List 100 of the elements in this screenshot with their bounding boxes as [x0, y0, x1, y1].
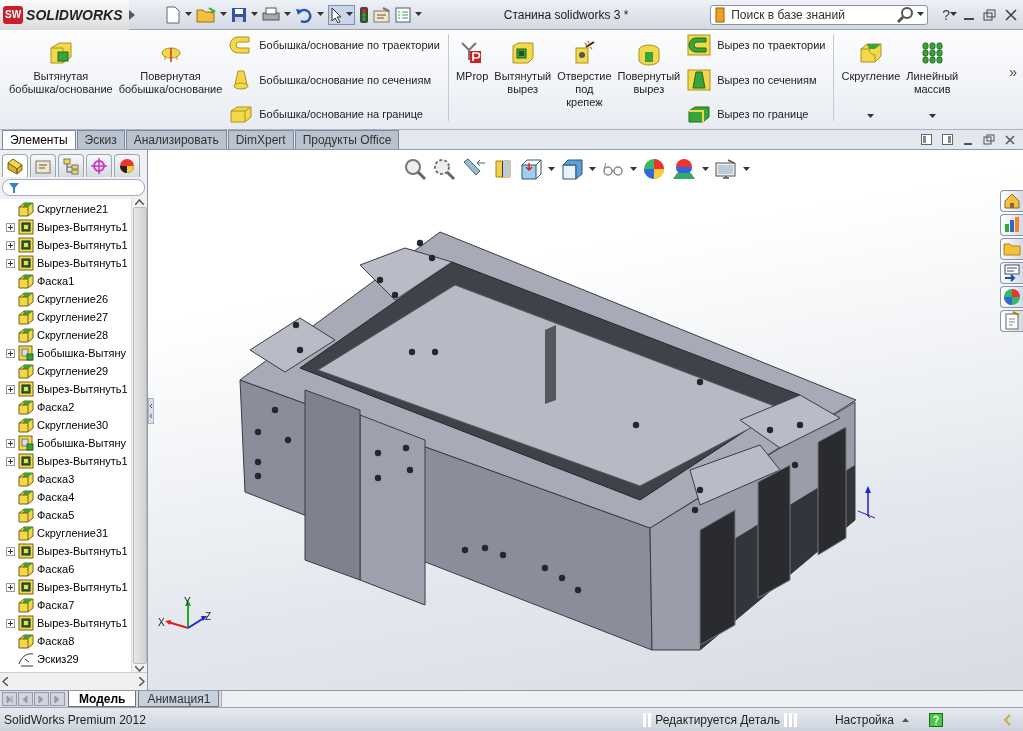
dimxpert-tab[interactable] — [86, 154, 112, 177]
tree-item[interactable]: Фаска2 — [0, 398, 131, 416]
close-icon[interactable] — [1005, 134, 1015, 145]
tree-item[interactable]: Вырез-Вытянуть1 — [0, 542, 131, 560]
filter-field[interactable] — [2, 179, 145, 196]
options-icon[interactable] — [373, 6, 391, 23]
tile-icon[interactable] — [921, 134, 932, 145]
more-button[interactable]: » — [1009, 64, 1021, 80]
tree-item[interactable]: Бобышка-Вытяну — [0, 344, 131, 362]
caret-icon[interactable] — [346, 12, 353, 17]
expand-icon[interactable] — [6, 582, 15, 592]
collapse-handle-icon[interactable] — [148, 398, 154, 424]
ribbon-button[interactable]: Повернутая бобышка/основание — [115, 34, 226, 96]
caret-icon[interactable] — [950, 12, 957, 17]
command-tab[interactable]: Продукты Office — [294, 130, 400, 149]
caret-icon[interactable] — [867, 114, 875, 119]
ribbon-button[interactable]: Вытянутый вырез — [491, 34, 555, 96]
ribbon-button[interactable]: Бобышка/основание на границе — [229, 103, 440, 125]
task-pane-tab[interactable] — [1000, 262, 1023, 284]
printer-icon[interactable] — [262, 6, 280, 23]
scroll-down-icon[interactable] — [135, 666, 144, 672]
tree-item[interactable]: Фаска7 — [0, 596, 131, 614]
expand-icon[interactable] — [6, 348, 15, 358]
caret-icon[interactable] — [589, 166, 596, 172]
expand-icon[interactable] — [6, 456, 15, 466]
command-tab[interactable]: Элементы — [2, 130, 76, 149]
ribbon-button[interactable]: Скругление — [838, 34, 904, 83]
ribbon-button[interactable]: MProp — [452, 34, 492, 83]
ribbon-button[interactable]: Вырез по границе — [687, 103, 826, 125]
tree-item[interactable]: Фаска5 — [0, 506, 131, 524]
help-icon[interactable] — [929, 712, 943, 727]
ribbon-button[interactable]: Бобышка/основание по траектории — [229, 34, 440, 56]
scroll-right-icon[interactable] — [139, 677, 145, 686]
flyout-arrow-icon[interactable] — [129, 9, 135, 20]
restore-icon[interactable] — [983, 8, 997, 21]
section-view-icon[interactable] — [492, 157, 514, 181]
tree-item[interactable]: Скругление30 — [0, 416, 131, 434]
monitor-icon[interactable] — [714, 157, 738, 181]
ribbon-button[interactable]: Вытянутая бобышка/основание — [6, 34, 116, 96]
caret-icon[interactable] — [917, 12, 925, 17]
expand-icon[interactable] — [6, 546, 15, 556]
tree-item[interactable]: Вырез-Вытянуть1 — [0, 614, 131, 632]
help-button[interactable]: ? — [942, 6, 950, 23]
traffic-light-icon[interactable] — [359, 5, 369, 24]
tree-item[interactable]: Фаска8 — [0, 632, 131, 650]
caret-icon[interactable] — [548, 166, 555, 172]
tree-item[interactable]: Скругление21 — [0, 200, 131, 218]
caret-icon[interactable] — [284, 12, 291, 17]
configuration-button[interactable]: Настройка — [834, 712, 894, 727]
scrollbar-thumb[interactable] — [132, 207, 147, 664]
task-pane-tab[interactable] — [1000, 214, 1023, 236]
search-field[interactable]: Поиск в базе знаний — [710, 4, 929, 25]
caret-icon[interactable] — [630, 166, 637, 172]
tree-item[interactable]: Фаска1 — [0, 272, 131, 290]
caret-icon[interactable] — [928, 114, 936, 119]
feature-tree-tab[interactable] — [2, 154, 28, 177]
expand-icon[interactable] — [6, 240, 15, 250]
caret-icon[interactable] — [317, 12, 324, 17]
magnifier-icon[interactable] — [432, 157, 456, 181]
ribbon-button[interactable]: Повернутый вырез — [614, 34, 684, 96]
tree-item[interactable]: Фаска4 — [0, 488, 131, 506]
expand-icon[interactable] — [6, 618, 15, 628]
caret-icon[interactable] — [185, 12, 192, 17]
close-icon[interactable] — [1005, 8, 1017, 21]
color-sphere-icon[interactable] — [642, 157, 666, 181]
tree-item[interactable]: Вырез-Вытянуть1 — [0, 452, 131, 470]
caret-icon[interactable] — [251, 12, 258, 17]
caret-icon[interactable] — [415, 12, 422, 17]
ribbon-button[interactable]: Линейный массив — [903, 34, 962, 96]
expand-icon[interactable] — [6, 438, 15, 448]
search-icon[interactable] — [896, 5, 915, 24]
tree-item[interactable]: Вырез-Вытянуть1 — [0, 254, 131, 272]
tree-item[interactable]: Бобышка-Вытяну — [0, 434, 131, 452]
command-tab[interactable]: DimXpert — [227, 130, 294, 149]
tree-item[interactable]: Скругление28 — [0, 326, 131, 344]
ribbon-button[interactable]: Отверстие под крепеж — [554, 34, 615, 109]
caret-icon[interactable] — [743, 166, 750, 172]
part-model-drawing[interactable] — [239, 231, 857, 651]
tree-item[interactable]: Фаска3 — [0, 470, 131, 488]
command-tab[interactable]: Анализировать — [125, 130, 227, 149]
expand-icon[interactable] — [6, 384, 15, 394]
configuration-tab[interactable] — [58, 154, 84, 177]
restore-icon[interactable] — [983, 134, 995, 145]
display-tab[interactable] — [114, 154, 140, 177]
expand-icon[interactable] — [6, 258, 15, 268]
task-pane-tab[interactable] — [1000, 190, 1023, 212]
task-pane-tab[interactable] — [1000, 310, 1023, 332]
tree-item[interactable]: Вырез-Вытянуть1 — [0, 218, 131, 236]
tile-icon[interactable] — [942, 134, 953, 145]
tree-item[interactable]: Скругление26 — [0, 290, 131, 308]
caret-icon[interactable] — [220, 12, 227, 17]
tree-item[interactable]: Скругление27 — [0, 308, 131, 326]
task-pane-tab[interactable] — [1000, 286, 1023, 308]
tree-item[interactable]: Вырез-Вытянуть1 — [0, 578, 131, 596]
ribbon-button[interactable]: Вырез по сечениям — [687, 68, 826, 91]
tree-item[interactable]: Фаска6 — [0, 560, 131, 578]
scroll-left-icon[interactable] — [2, 677, 8, 686]
caret-up-icon[interactable] — [902, 717, 909, 722]
model-tab[interactable]: Анимация1 — [138, 691, 220, 707]
cube-icon[interactable] — [560, 157, 584, 181]
